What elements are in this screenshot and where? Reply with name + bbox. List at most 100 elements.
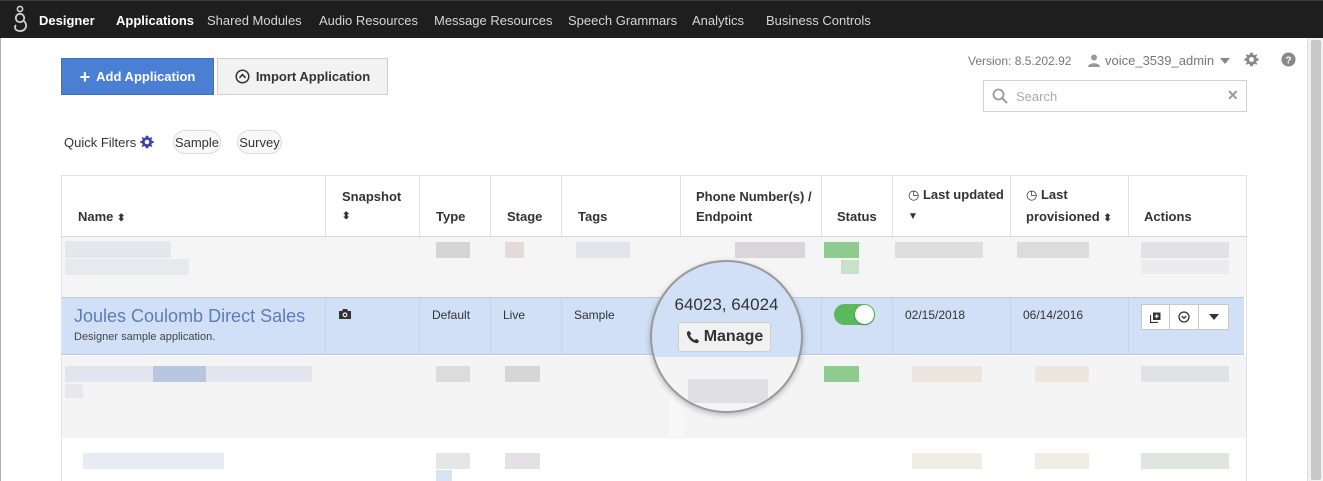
nav-applications[interactable]: Applications — [116, 13, 194, 28]
blurred-content — [436, 366, 470, 382]
camera-icon[interactable] — [338, 308, 352, 320]
import-application-label: Import Application — [255, 69, 371, 84]
blurred-content — [83, 453, 224, 469]
vertical-scrollbar[interactable] — [1307, 38, 1323, 481]
add-application-label: Add Application — [96, 69, 196, 84]
column-header-phone[interactable]: Phone Number(s) / Endpoint — [681, 175, 822, 237]
column-divider — [1010, 297, 1011, 355]
page-border — [0, 38, 1, 481]
clear-search-icon[interactable]: ✕ — [1227, 87, 1239, 104]
filter-chip-survey[interactable]: Survey — [237, 130, 282, 154]
column-divider — [1128, 297, 1129, 355]
column-header-last-updated[interactable]: ◷ Last updated ▼ — [893, 175, 1011, 237]
column-header-name[interactable]: Name ⬍ — [61, 175, 326, 237]
quick-filters-settings-icon[interactable] — [140, 135, 154, 149]
more-options-button[interactable] — [1170, 304, 1199, 330]
circle-chevron-down-icon — [1178, 311, 1190, 323]
scrollbar-thumb[interactable] — [1311, 40, 1321, 480]
blurred-content — [1035, 366, 1089, 382]
blurred-content — [65, 259, 189, 275]
blurred-content — [841, 260, 859, 274]
search-box[interactable]: ✕ — [983, 80, 1247, 112]
blurred-content — [576, 242, 630, 258]
name-header-label: Name — [78, 209, 114, 224]
column-header-last-provisioned[interactable]: ◷ Last provisioned ⬍ — [1011, 175, 1129, 237]
nav-message-resources[interactable]: Message Resources — [434, 13, 553, 28]
blurred-content — [436, 453, 470, 469]
actions-header-label: Actions — [1144, 209, 1192, 224]
last-updated-header-label: Last updated — [922, 187, 1004, 202]
blurred-content — [735, 242, 805, 258]
application-name-link[interactable]: Joules Coulomb Direct Sales — [74, 306, 305, 327]
manage-button[interactable]: Manage — [678, 322, 771, 352]
caret-down-icon — [1220, 57, 1231, 64]
column-divider — [561, 297, 562, 355]
user-menu[interactable]: voice_3539_admin — [1088, 53, 1231, 68]
stage-header-label: Stage — [507, 209, 543, 224]
import-application-button[interactable]: Import Application — [217, 58, 388, 95]
blurred-content — [1141, 366, 1229, 382]
column-divider — [325, 297, 326, 355]
blurred-content — [65, 384, 83, 398]
toggle-knob — [855, 305, 874, 324]
manage-label: Manage — [703, 328, 764, 345]
username: voice_3539_admin — [1105, 53, 1215, 68]
column-header-tags[interactable]: Tags — [562, 175, 681, 237]
phone-header-label-line2: Endpoint — [696, 209, 753, 224]
sort-icon: ⬍ — [117, 213, 126, 224]
blurred-content — [824, 366, 859, 382]
top-nav: Designer Applications Shared Modules Aud… — [0, 0, 1323, 38]
stage-cell: Live — [503, 308, 526, 322]
last-updated-cell: 02/15/2018 — [905, 308, 966, 322]
column-header-status[interactable]: Status — [822, 175, 893, 237]
blurred-content — [505, 366, 540, 382]
column-header-type[interactable]: Type — [420, 175, 491, 237]
type-header-label: Type — [436, 209, 466, 224]
phone-number-value: 64023, 64024 — [674, 295, 779, 314]
nav-shared-modules[interactable]: Shared Modules — [207, 13, 302, 28]
copy-icon — [1150, 312, 1161, 323]
help-icon[interactable]: ? — [1281, 52, 1296, 67]
column-header-snapshot[interactable]: Snapshot ⬍ — [326, 175, 420, 237]
blurred-content — [1017, 242, 1089, 258]
nav-analytics[interactable]: Analytics — [692, 13, 744, 28]
actions-dropdown-button[interactable] — [1199, 304, 1229, 330]
blurred-content — [505, 242, 524, 258]
nav-speech-grammars[interactable]: Speech Grammars — [568, 13, 677, 28]
clock-icon: ◷ — [908, 187, 920, 202]
blurred-content — [1141, 242, 1229, 258]
quick-filters-label: Quick Filters — [64, 135, 137, 150]
clock-icon: ◷ — [1026, 187, 1038, 202]
blurred-content — [912, 366, 982, 382]
column-divider — [490, 297, 491, 355]
import-icon — [235, 69, 250, 84]
nav-audio-resources[interactable]: Audio Resources — [319, 13, 418, 28]
blurred-content — [436, 242, 470, 258]
brand-title[interactable]: Designer — [39, 13, 95, 28]
blurred-content — [824, 242, 859, 258]
phone-header-label-line1: Phone Number(s) / — [696, 189, 812, 204]
application-description: Designer sample application. — [74, 331, 216, 343]
copy-button[interactable] — [1141, 304, 1170, 330]
add-application-button[interactable]: + Add Application — [61, 58, 214, 95]
column-header-actions: Actions — [1129, 175, 1247, 237]
status-toggle[interactable] — [834, 304, 875, 325]
svg-text:?: ? — [1285, 55, 1291, 66]
column-divider — [821, 297, 822, 355]
blurred-content — [436, 470, 452, 481]
column-divider — [419, 297, 420, 355]
column-header-stage[interactable]: Stage — [491, 175, 562, 237]
sort-desc-icon: ▼ — [908, 211, 918, 222]
magnifier-lower-area — [652, 357, 801, 411]
search-input[interactable] — [1016, 86, 1216, 106]
last-provisioned-cell: 06/14/2016 — [1023, 308, 1084, 322]
last-provisioned-header-label-line1: Last — [1040, 187, 1068, 202]
settings-gear-icon[interactable] — [1244, 52, 1259, 67]
snapshot-header-label: Snapshot — [342, 189, 402, 204]
column-divider — [892, 297, 893, 355]
nav-business-controls[interactable]: Business Controls — [766, 13, 871, 28]
filter-chip-sample[interactable]: Sample — [173, 130, 221, 154]
blurred-content — [1141, 453, 1229, 469]
tags-cell: Sample — [574, 308, 615, 322]
magnifier-callout: 64023, 64024 Manage — [650, 260, 803, 413]
